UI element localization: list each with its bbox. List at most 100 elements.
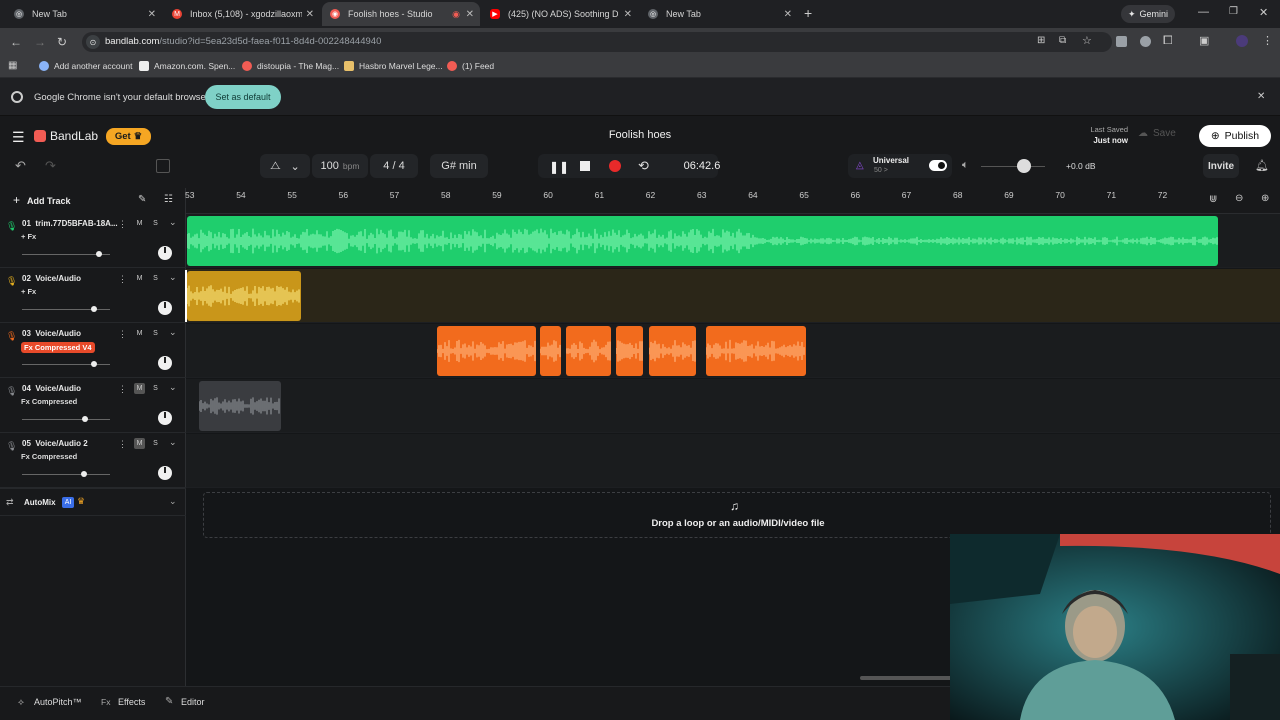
time-signature[interactable]: 4 / 4 bbox=[370, 154, 418, 178]
extensions-puzzle-icon[interactable]: ⧠ bbox=[1163, 33, 1173, 48]
metronome-button[interactable]: ⧍ ⌄ bbox=[260, 154, 310, 178]
audio-clip[interactable] bbox=[187, 271, 301, 321]
pan-knob[interactable] bbox=[158, 411, 172, 425]
bookmark-star-icon[interactable]: ☆ bbox=[1082, 34, 1092, 47]
track-name[interactable]: 02 Voice/Audio bbox=[22, 274, 81, 283]
translate-icon[interactable]: ⊞ bbox=[1037, 35, 1045, 46]
add-track-button[interactable]: Add Track bbox=[27, 196, 71, 206]
notification-bell-icon[interactable]: 🔔︎ bbox=[1255, 159, 1269, 172]
track-fx-label[interactable]: + Fx bbox=[21, 287, 36, 296]
tempo-control[interactable]: 100 bpm bbox=[312, 154, 368, 178]
mute-speaker-icon[interactable]: 🔈︎ bbox=[962, 159, 969, 172]
browser-tab[interactable]: ◎ New Tab ✕ bbox=[6, 2, 162, 26]
invite-button[interactable]: Invite bbox=[1203, 154, 1239, 178]
autopitch-button[interactable]: AutoPitch™ bbox=[34, 697, 82, 707]
solo-button[interactable]: S bbox=[150, 383, 161, 394]
track-settings-icon[interactable]: ☷ bbox=[164, 194, 173, 205]
redo-icon[interactable]: ↷ bbox=[45, 158, 56, 174]
stop-icon[interactable] bbox=[580, 161, 590, 171]
close-icon[interactable]: ✕ bbox=[306, 9, 314, 20]
mute-button[interactable]: M bbox=[134, 218, 145, 229]
key-selector[interactable]: G# min bbox=[430, 154, 488, 178]
volume-slider-handle[interactable] bbox=[91, 361, 97, 367]
close-icon[interactable]: ✕ bbox=[624, 9, 632, 20]
chrome-menu-icon[interactable]: ⋮ bbox=[1262, 34, 1273, 47]
close-icon[interactable]: ✕ bbox=[784, 9, 792, 20]
track-menu-icon[interactable]: ⋮ bbox=[118, 384, 127, 395]
audio-clip[interactable] bbox=[706, 326, 806, 376]
window-close-icon[interactable]: ✕ bbox=[1259, 6, 1268, 19]
universal-toggle[interactable] bbox=[929, 160, 947, 171]
chevron-down-icon[interactable]: ⌄ bbox=[169, 496, 177, 507]
track-lane[interactable] bbox=[186, 269, 1280, 323]
track-menu-icon[interactable]: ⋮ bbox=[118, 219, 127, 230]
cast-icon[interactable]: ⧉ bbox=[1059, 35, 1066, 46]
mute-button[interactable]: M bbox=[134, 273, 145, 284]
track-header[interactable]: 🎙︎ 04 Voice/Audio ⋮ M S ⌄ Fx Compressed bbox=[0, 379, 186, 433]
back-icon[interactable]: ← bbox=[10, 35, 22, 49]
track-header[interactable]: 🎙︎ 03 Voice/Audio ⋮ M S ⌄ Fx Compressed V4 bbox=[0, 324, 186, 378]
close-icon[interactable]: ✕ bbox=[148, 9, 156, 20]
track-name[interactable]: 03 Voice/Audio bbox=[22, 329, 81, 338]
track-volume-slider[interactable] bbox=[22, 474, 110, 475]
project-title[interactable]: Foolish hoes bbox=[540, 129, 740, 141]
volume-slider-handle[interactable] bbox=[91, 306, 97, 312]
profile-avatar[interactable] bbox=[1236, 35, 1248, 47]
volume-slider-handle[interactable] bbox=[81, 471, 87, 477]
track-menu-icon[interactable]: ⋮ bbox=[118, 329, 127, 340]
side-panel-icon[interactable]: ▣ bbox=[1199, 34, 1209, 47]
audio-clip[interactable] bbox=[540, 326, 561, 376]
bookmark-item[interactable]: (1) Feed bbox=[447, 61, 494, 71]
mute-button[interactable]: M bbox=[134, 328, 145, 339]
site-info-icon[interactable]: ⊙ bbox=[86, 35, 100, 49]
mute-button[interactable]: M bbox=[134, 383, 145, 394]
track-fx-label[interactable]: Fx Compressed bbox=[21, 452, 77, 461]
solo-button[interactable]: S bbox=[150, 218, 161, 229]
publish-button[interactable]: ⊕ Publish bbox=[1199, 125, 1271, 147]
get-membership-button[interactable]: Get ♛ bbox=[106, 128, 151, 145]
bookmark-item[interactable]: distoupia - The Mag... bbox=[242, 61, 339, 71]
audio-clip[interactable] bbox=[187, 216, 1218, 266]
volume-slider-handle[interactable] bbox=[82, 416, 88, 422]
audio-clip[interactable] bbox=[649, 326, 696, 376]
track-name[interactable]: 05 Voice/Audio 2 bbox=[22, 439, 88, 448]
pan-knob[interactable] bbox=[158, 246, 172, 260]
address-bar[interactable]: ⊙ bandlab.com/studio?id=5ea23d5d-faea-f0… bbox=[82, 32, 1112, 52]
playhead[interactable] bbox=[185, 270, 187, 322]
track-lane[interactable] bbox=[186, 434, 1280, 488]
browser-tab[interactable]: M Inbox (5,108) - xgodzillaoxmen ✕ bbox=[164, 2, 320, 26]
track-header[interactable]: 🎙︎ 05 Voice/Audio 2 ⋮ M S ⌄ Fx Compressed bbox=[0, 434, 186, 488]
zoom-out-icon[interactable]: ⊖ bbox=[1235, 193, 1243, 204]
gemini-button[interactable]: ✦ Gemini bbox=[1121, 5, 1175, 23]
magnet-snap-icon[interactable]: ⋓ bbox=[1209, 194, 1217, 205]
extension-icon[interactable] bbox=[1116, 36, 1127, 47]
apps-grid-icon[interactable]: ▦ bbox=[8, 60, 17, 71]
volume-slider-handle[interactable] bbox=[96, 251, 102, 257]
audio-clip[interactable] bbox=[199, 381, 281, 431]
mute-button[interactable]: M bbox=[134, 438, 145, 449]
bookmark-item[interactable]: Amazon.com. Spen... bbox=[139, 61, 235, 71]
audio-clip[interactable] bbox=[437, 326, 536, 376]
pan-knob[interactable] bbox=[158, 466, 172, 480]
zoom-in-icon[interactable]: ⊕ bbox=[1261, 193, 1269, 204]
solo-button[interactable]: S bbox=[150, 438, 161, 449]
mixer-toggle-icon[interactable] bbox=[156, 159, 170, 173]
browser-tab[interactable]: ◎ New Tab ✕ bbox=[640, 2, 798, 26]
solo-button[interactable]: S bbox=[150, 328, 161, 339]
track-volume-slider[interactable] bbox=[22, 419, 110, 420]
horizontal-scrollbar[interactable] bbox=[860, 676, 952, 680]
bookmark-item[interactable]: Hasbro Marvel Lege... bbox=[344, 61, 443, 71]
effects-button[interactable]: Effects bbox=[118, 697, 145, 707]
track-fx-label[interactable]: Fx Compressed bbox=[21, 397, 77, 406]
pencil-tool-icon[interactable]: ✎ bbox=[138, 194, 146, 205]
audio-clip[interactable] bbox=[566, 326, 611, 376]
reload-icon[interactable]: ↻ bbox=[57, 35, 67, 49]
browser-tab[interactable]: ▶ (425) (NO ADS) Soothing Deep ✕ bbox=[482, 2, 638, 26]
track-menu-icon[interactable]: ⋮ bbox=[118, 274, 127, 285]
save-button[interactable]: ☁ Save bbox=[1138, 128, 1176, 139]
chevron-down-icon[interactable]: ⌄ bbox=[169, 382, 177, 393]
undo-icon[interactable]: ↶ bbox=[15, 158, 26, 174]
close-icon[interactable]: ✕ bbox=[466, 9, 474, 20]
track-name[interactable]: 01 trim.77D5BFAB-18A... bbox=[22, 219, 118, 228]
editor-button[interactable]: Editor bbox=[181, 697, 205, 707]
